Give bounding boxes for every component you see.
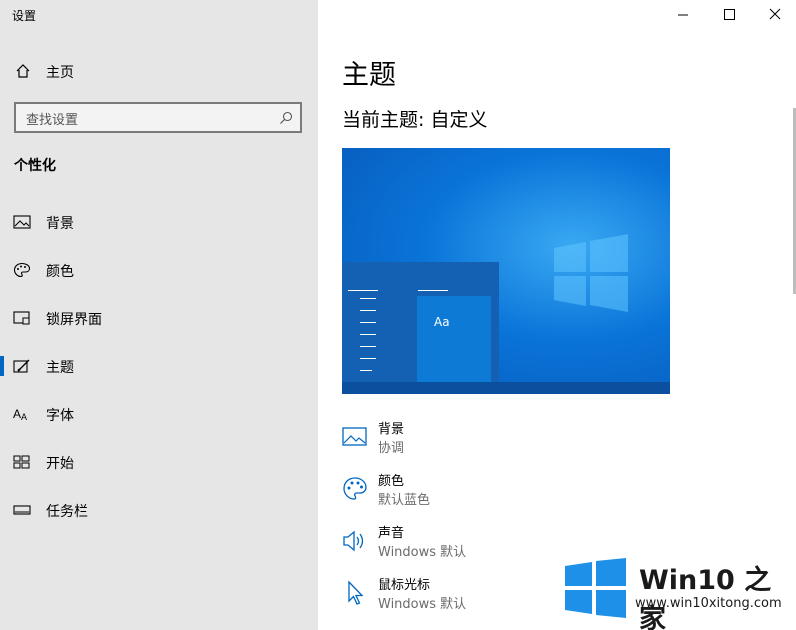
current-theme-label: 当前主题: 自定义 (342, 109, 488, 131)
start-icon (13, 455, 30, 469)
windows-logo-icon (554, 234, 628, 312)
preview-line (360, 298, 376, 299)
sidebar: 设置 主页 查找设置 个性化 背景 颜色 锁屏界面 主题 A A 字体 开始 任… (0, 0, 318, 630)
sidebar-item-label: 任务栏 (46, 504, 88, 520)
sidebar-item-label: 锁屏界面 (46, 312, 102, 328)
preview-line (360, 310, 376, 311)
sidebar-item-lock-screen[interactable]: 锁屏界面 (0, 298, 318, 338)
active-indicator (0, 356, 4, 376)
sidebar-item-start[interactable]: 开始 (0, 442, 318, 482)
image-icon (342, 427, 367, 446)
sidebar-item-label: 开始 (46, 456, 74, 472)
taskbar-icon (13, 505, 31, 515)
theme-preview: Aa (342, 148, 670, 394)
maximize-icon (724, 9, 735, 20)
minimize-icon (678, 14, 688, 16)
preview-sample-text: Aa (434, 315, 450, 329)
setting-value: Windows 默认 (378, 597, 467, 612)
speaker-icon (343, 530, 364, 552)
windows-logo-icon (565, 558, 626, 618)
home-link[interactable]: 主页 (0, 58, 318, 84)
svg-text:A: A (21, 412, 27, 422)
preview-line (418, 290, 448, 291)
setting-label: 背景 (378, 422, 405, 437)
sidebar-item-label: 字体 (46, 408, 74, 424)
main-panel: 主题 当前主题: 自定义 Aa 背景 协调 颜色 默认蓝色 声音 Windows… (318, 0, 796, 630)
font-icon: A A (13, 407, 27, 422)
lock-screen-icon (13, 311, 30, 325)
search-icon[interactable] (279, 111, 293, 125)
search-placeholder: 查找设置 (26, 113, 79, 128)
preview-line (348, 290, 378, 291)
sidebar-item-font[interactable]: A A 字体 (0, 394, 318, 434)
close-icon (769, 8, 781, 20)
image-icon (13, 215, 31, 229)
sidebar-item-theme[interactable]: 主题 (0, 346, 318, 386)
preview-line (360, 322, 376, 323)
page-title: 主题 (342, 60, 396, 91)
setting-label: 颜色 (378, 474, 405, 489)
setting-value: 默认蓝色 (378, 493, 431, 508)
minimize-button[interactable] (660, 4, 706, 26)
maximize-button[interactable] (706, 4, 752, 26)
sidebar-item-taskbar[interactable]: 任务栏 (0, 490, 318, 530)
sidebar-item-color[interactable]: 颜色 (0, 250, 318, 290)
preview-line (360, 346, 376, 347)
preview-tiles (417, 296, 491, 382)
preview-line (360, 358, 376, 359)
sidebar-item-label: 颜色 (46, 264, 74, 280)
setting-background[interactable]: 背景 协调 (342, 418, 642, 462)
palette-icon (13, 262, 31, 278)
watermark-url: www.win10xitong.com (635, 596, 782, 611)
sidebar-item-background[interactable]: 背景 (0, 202, 318, 242)
cursor-icon (348, 580, 364, 605)
watermark: Win10 之家 www.win10xitong.com (565, 556, 796, 630)
home-label: 主页 (46, 65, 74, 81)
setting-value: Windows 默认 (378, 545, 467, 560)
search-input[interactable]: 查找设置 (14, 102, 302, 133)
sidebar-item-label: 主题 (46, 360, 74, 376)
setting-label: 鼠标光标 (378, 578, 431, 593)
app-title: 设置 (12, 9, 37, 23)
svg-text:A: A (13, 407, 21, 421)
section-title: 个性化 (14, 158, 56, 174)
theme-icon (13, 359, 30, 373)
preview-line (360, 370, 372, 371)
preview-line (360, 334, 376, 335)
preview-taskbar (342, 382, 670, 394)
close-button[interactable] (752, 4, 796, 26)
setting-color[interactable]: 颜色 默认蓝色 (342, 470, 642, 514)
setting-label: 声音 (378, 526, 405, 541)
setting-value: 协调 (378, 441, 405, 456)
home-icon (16, 64, 30, 78)
sidebar-item-label: 背景 (46, 216, 74, 232)
watermark-brand: Win10 之家 (639, 565, 772, 630)
palette-icon (343, 477, 367, 500)
